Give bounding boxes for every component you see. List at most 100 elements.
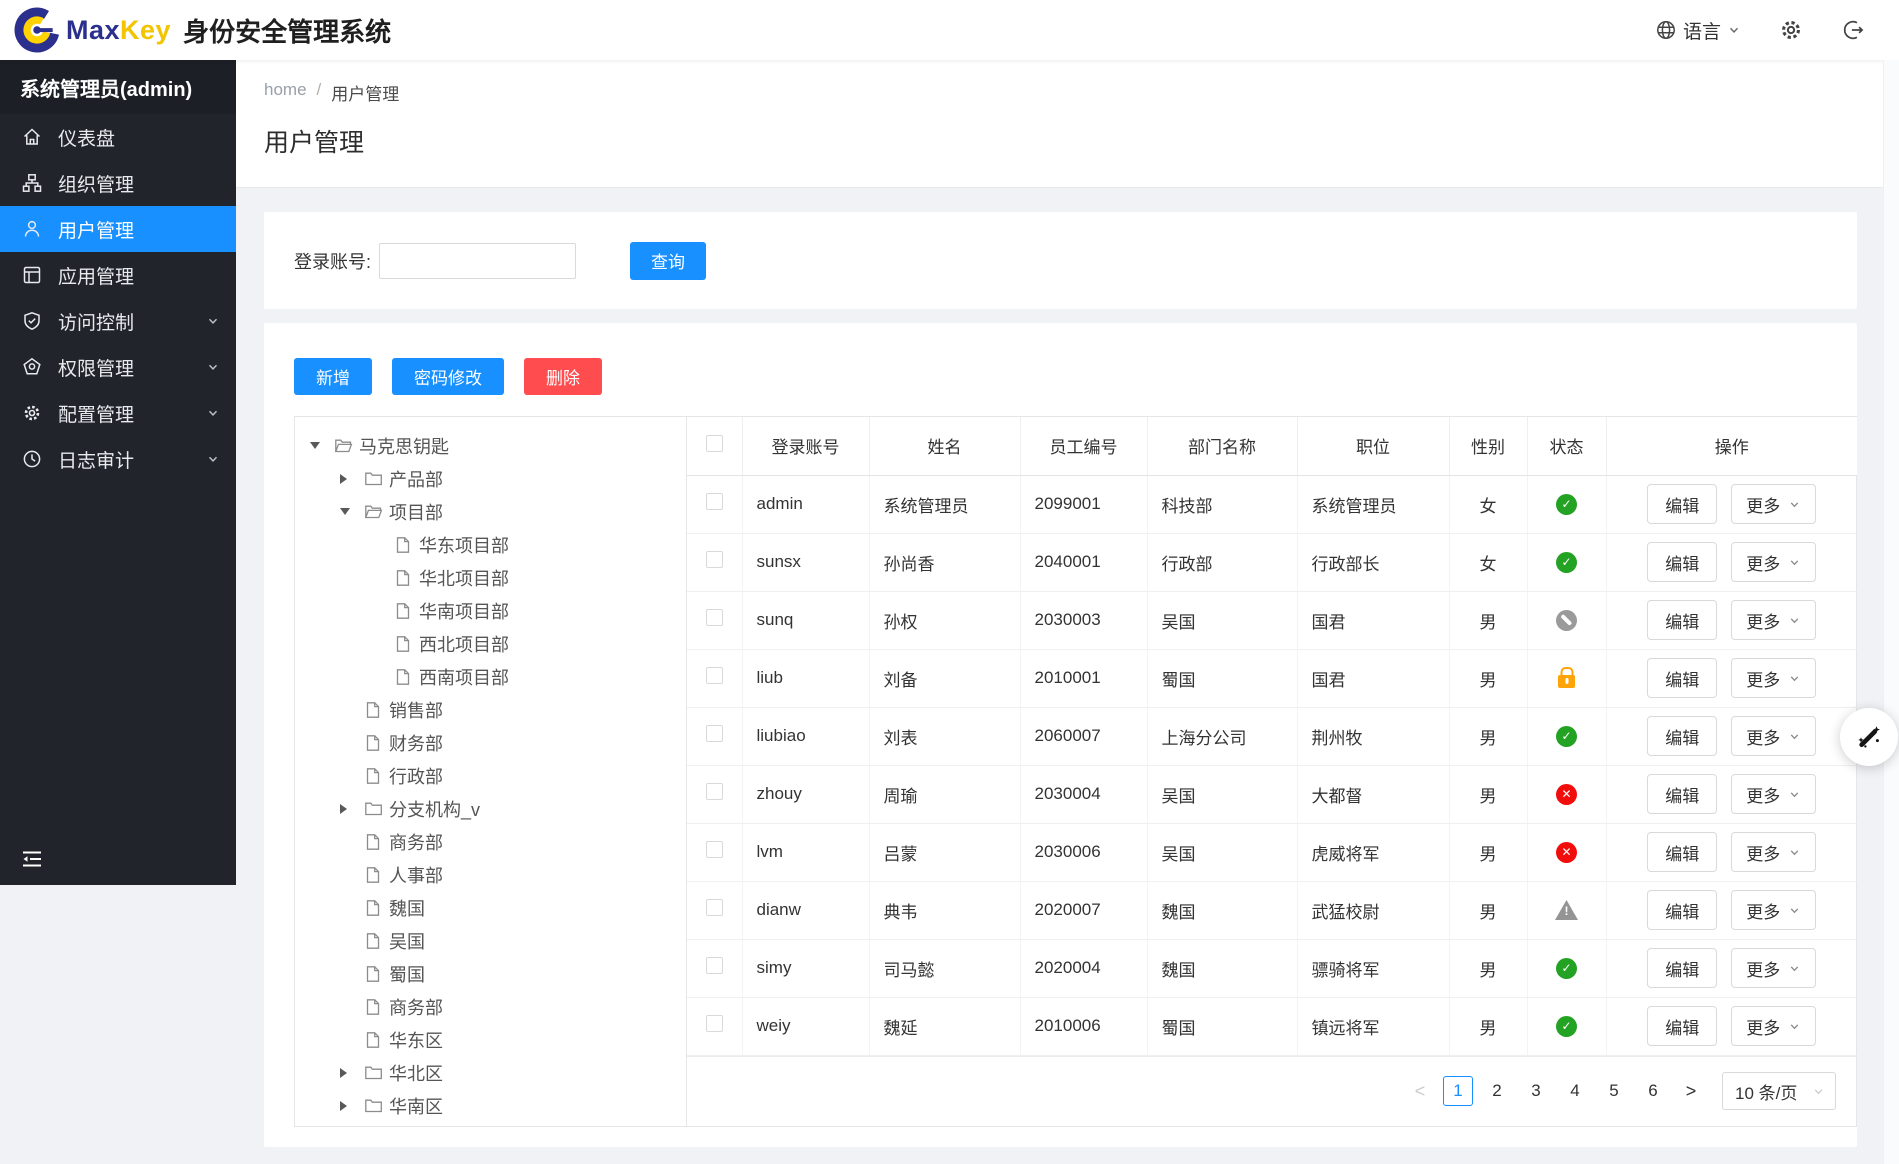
sidebar-item-config[interactable]: 配置管理 <box>0 390 236 436</box>
file-icon <box>364 733 384 753</box>
pagination-page-2[interactable]: 2 <box>1482 1076 1512 1106</box>
breadcrumb-home[interactable]: home <box>264 80 307 105</box>
tree-node[interactable]: 商务部 <box>295 825 686 858</box>
sidebar-item-access[interactable]: 访问控制 <box>0 298 236 344</box>
pagination-next[interactable]: > <box>1677 1076 1705 1106</box>
cell-status: ✓ <box>1527 939 1607 998</box>
pagination-prev[interactable]: < <box>1406 1076 1434 1106</box>
row-checkbox[interactable] <box>705 609 723 626</box>
pagination-page-6[interactable]: 6 <box>1638 1076 1668 1106</box>
row-checkbox[interactable] <box>705 1015 723 1032</box>
scrollbar[interactable] <box>1883 60 1899 1164</box>
tree-node[interactable]: 华南项目部 <box>295 594 686 627</box>
settings-button[interactable] <box>1779 18 1803 42</box>
sidebar-item-permission[interactable]: 权限管理 <box>0 344 236 390</box>
more-button[interactable]: 更多 <box>1731 716 1817 756</box>
tree-node[interactable]: 西北项目部 <box>295 627 686 660</box>
tree-node[interactable]: 魏国 <box>295 891 686 924</box>
row-checkbox[interactable] <box>705 493 723 510</box>
query-button[interactable]: 查询 <box>630 241 707 280</box>
row-checkbox[interactable] <box>705 667 723 684</box>
caret-down-icon[interactable] <box>310 442 320 449</box>
tree-node[interactable]: 项目部 <box>295 495 686 528</box>
delete-button[interactable]: 删除 <box>524 358 602 395</box>
tree-node[interactable]: 产品部 <box>295 462 686 495</box>
more-button[interactable]: 更多 <box>1731 832 1817 872</box>
more-button[interactable]: 更多 <box>1731 600 1817 640</box>
edit-button[interactable]: 编辑 <box>1647 542 1718 582</box>
sidebar-item-dashboard[interactable]: 仪表盘 <box>0 114 236 160</box>
row-checkbox[interactable] <box>705 899 723 916</box>
menu-fold-button[interactable] <box>20 847 44 871</box>
row-checkbox[interactable] <box>705 957 723 974</box>
caret-right-icon[interactable] <box>340 473 347 484</box>
tree-node[interactable]: 销售部 <box>295 693 686 726</box>
tree-node[interactable]: 蜀国 <box>295 957 686 990</box>
folder-open-icon <box>364 502 384 522</box>
tree-node[interactable]: 吴国 <box>295 924 686 957</box>
edit-button[interactable]: 编辑 <box>1647 600 1718 640</box>
edit-button[interactable]: 编辑 <box>1647 890 1718 930</box>
more-button[interactable]: 更多 <box>1731 484 1817 524</box>
sidebar-item-app[interactable]: 应用管理 <box>0 252 236 298</box>
tree-node[interactable]: 财务部 <box>295 726 686 759</box>
row-checkbox[interactable] <box>705 725 723 742</box>
row-checkbox[interactable] <box>705 841 723 858</box>
more-button[interactable]: 更多 <box>1731 948 1817 988</box>
pagination-page-4[interactable]: 4 <box>1560 1076 1590 1106</box>
caret-down-icon[interactable] <box>340 508 350 515</box>
login-account-input[interactable] <box>379 242 577 279</box>
folder-icon <box>364 799 384 819</box>
more-button[interactable]: 更多 <box>1731 1006 1817 1046</box>
app-header: MaxKey 身份安全管理系统 语言 <box>0 0 1899 60</box>
edit-button[interactable]: 编辑 <box>1647 484 1718 524</box>
cell-employee-no: 2099001 <box>1020 475 1148 534</box>
tree-node[interactable]: 西南项目部 <box>295 660 686 693</box>
caret-right-icon[interactable] <box>340 803 347 814</box>
tree-node[interactable]: 华北项目部 <box>295 561 686 594</box>
caret-right-icon[interactable] <box>340 1067 347 1078</box>
pagination-page-1[interactable]: 1 <box>1443 1076 1473 1106</box>
edit-button[interactable]: 编辑 <box>1647 832 1718 872</box>
row-checkbox[interactable] <box>705 551 723 568</box>
tree-node[interactable]: 分支机构_v <box>295 792 686 825</box>
magic-wand-fab[interactable] <box>1840 708 1898 766</box>
edit-button[interactable]: 编辑 <box>1647 716 1718 756</box>
edit-button[interactable]: 编辑 <box>1647 1006 1718 1046</box>
add-button[interactable]: 新增 <box>294 358 372 395</box>
tree-node[interactable]: 人事部 <box>295 858 686 891</box>
row-checkbox[interactable] <box>705 783 723 800</box>
cell-status: ✕ <box>1527 823 1607 882</box>
more-button[interactable]: 更多 <box>1731 542 1817 582</box>
sidebar-item-audit[interactable]: 日志审计 <box>0 436 236 482</box>
sidebar-item-user[interactable]: 用户管理 <box>0 206 236 252</box>
tree-node[interactable]: 华北区 <box>295 1056 686 1089</box>
edit-button[interactable]: 编辑 <box>1647 948 1718 988</box>
cell-actions: 编辑 更多 <box>1606 881 1857 940</box>
cell-actions: 编辑 更多 <box>1606 591 1857 650</box>
more-button[interactable]: 更多 <box>1731 658 1817 698</box>
edit-button[interactable]: 编辑 <box>1647 774 1718 814</box>
page-size-select[interactable]: 10 条/页 <box>1722 1072 1836 1110</box>
table-header-row: 登录账号 姓名 员工编号 部门名称 职位 性别 状态 操作 <box>687 417 1857 476</box>
change-password-button[interactable]: 密码修改 <box>392 358 504 395</box>
tree-node[interactable]: 华南区 <box>295 1089 686 1122</box>
tree-node-label: 产品部 <box>389 469 443 490</box>
sidebar-item-org[interactable]: 组织管理 <box>0 160 236 206</box>
tree-node[interactable]: 华东项目部 <box>295 528 686 561</box>
more-button[interactable]: 更多 <box>1731 774 1817 814</box>
chevron-down-icon <box>1791 501 1799 507</box>
pagination-page-3[interactable]: 3 <box>1521 1076 1551 1106</box>
language-menu[interactable]: 语言 <box>1655 17 1741 44</box>
logout-button[interactable] <box>1841 18 1865 42</box>
tree-node[interactable]: 行政部 <box>295 759 686 792</box>
sidebar-menu: 仪表盘 组织管理 用户管理 应用管理 访问控制 权限管理 配置管理 日志审计 <box>0 114 236 482</box>
tree-node[interactable]: 马克思钥匙 <box>295 429 686 462</box>
pagination-page-5[interactable]: 5 <box>1599 1076 1629 1106</box>
more-button[interactable]: 更多 <box>1731 890 1817 930</box>
caret-right-icon[interactable] <box>340 1100 347 1111</box>
tree-node[interactable]: 华东区 <box>295 1023 686 1056</box>
edit-button[interactable]: 编辑 <box>1647 658 1718 698</box>
tree-node[interactable]: 商务部 <box>295 990 686 1023</box>
select-all-checkbox[interactable] <box>705 434 723 452</box>
